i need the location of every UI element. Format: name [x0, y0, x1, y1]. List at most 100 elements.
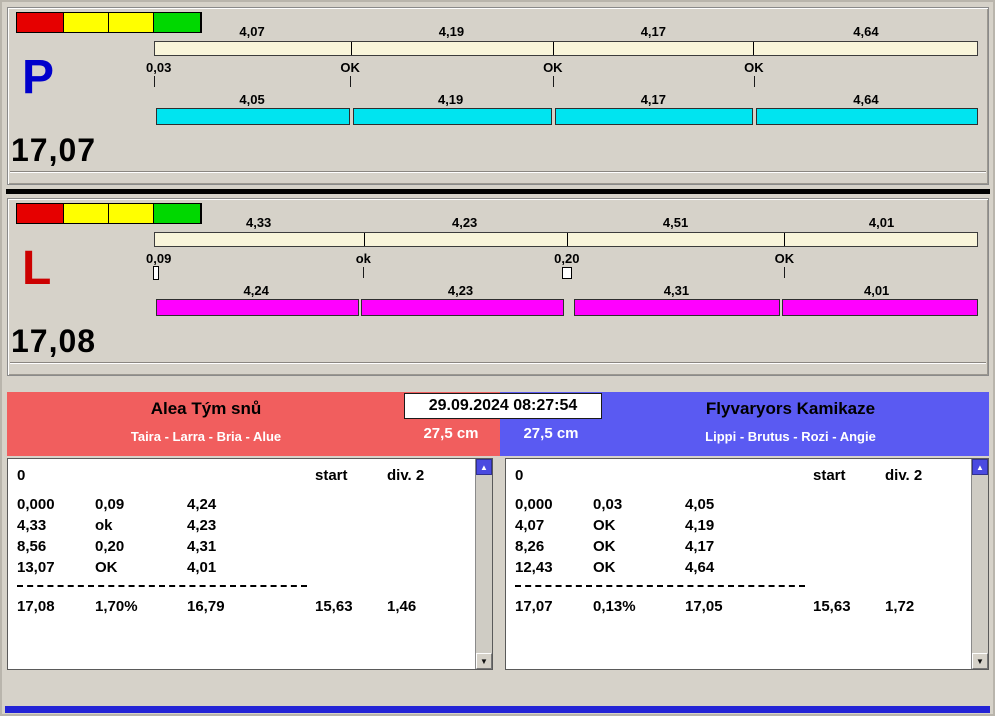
panel-underline [10, 171, 986, 173]
pass-mark-label: OK [543, 60, 563, 75]
table-cell-empty [885, 515, 966, 536]
table-separator [17, 585, 307, 587]
table-cell: 12,43 [515, 559, 553, 576]
table-cell-empty [387, 515, 470, 536]
table-col-header: start [813, 467, 846, 484]
split-time-label: 4,19 [438, 24, 465, 39]
table-cell: OK [593, 538, 616, 555]
pass-tick [363, 267, 365, 278]
table-cell: 4,31 [187, 538, 217, 555]
scroll-up-button[interactable]: ▲ [972, 459, 988, 475]
results-table-right: 0 start div. 2 0,000 0,03 4,05 4,07 OK 4… [505, 458, 989, 670]
table-cell-empty [387, 536, 470, 557]
dog-time-label: 4,19 [437, 92, 464, 107]
table-cell: 0,09 [95, 496, 125, 513]
dog-time-segment [156, 108, 350, 125]
pass-mark-label: 0,03 [146, 60, 172, 75]
table-row: 4,33 ok 4,23 [17, 515, 470, 536]
datetime-box: 29.09.2024 08:27:54 [404, 393, 602, 419]
table-cell: 4,17 [685, 538, 715, 555]
table-header-row: 0 start div. 2 [17, 465, 470, 486]
split-time-label: 4,33 [245, 215, 272, 230]
scroll-down-button[interactable]: ▼ [476, 653, 492, 669]
timing-window: 4,07 4,19 4,17 4,64 0,03 OK OK OK 4,05 4… [0, 0, 995, 716]
table-cell: 1,46 [387, 598, 417, 615]
table-cell: 4,33 [17, 517, 47, 534]
pass-mark-label: 0,20 [554, 251, 580, 266]
fault-indicator-box [153, 266, 159, 280]
table-cell: 17,07 [515, 598, 553, 615]
table-cell-empty [315, 515, 387, 536]
dog-time-label: 4,01 [863, 283, 890, 298]
table-cell: 17,05 [685, 598, 723, 615]
table-cell: 1,72 [885, 598, 915, 615]
table-cell: 4,24 [187, 496, 217, 513]
scrollbar[interactable]: ▲ ▼ [971, 459, 988, 669]
team-name: Flyvaryors Kamikaze [705, 399, 876, 418]
dog-time-label: 4,17 [640, 92, 666, 107]
dog-time-segment [361, 299, 564, 316]
split-time-label: 4,64 [853, 24, 879, 39]
table-row: 0,000 0,03 4,05 [515, 494, 966, 515]
lane-panel-l: 4,33 4,23 4,51 4,01 0,09 ok 0,20 OK 4,24… [7, 198, 989, 376]
table-row: 0,000 0,09 4,24 [17, 494, 470, 515]
table-cell: 0,000 [17, 496, 55, 513]
table-cell: 8,56 [17, 538, 47, 555]
table-cell: 4,07 [515, 517, 545, 534]
split-tick [350, 42, 352, 55]
split-bar-p [154, 41, 978, 56]
table-cell: 16,79 [187, 598, 225, 615]
table-row: 8,56 0,20 4,31 [17, 536, 470, 557]
table-cell-empty [885, 494, 966, 515]
light-red [17, 13, 63, 32]
table-row: 8,26 OK 4,17 [515, 536, 966, 557]
scroll-up-button[interactable]: ▲ [476, 459, 492, 475]
split-tick [552, 42, 554, 55]
table-cell: 0,20 [95, 538, 125, 555]
table-cell: OK [593, 517, 616, 534]
pass-tick [753, 76, 755, 87]
light-yellow-1 [64, 204, 108, 223]
dog-time-segment [156, 299, 360, 316]
table-cell: 0,13% [593, 598, 636, 615]
pass-mark-label: OK [774, 251, 795, 266]
table-header-row: 0 start div. 2 [515, 465, 966, 486]
scrollbar[interactable]: ▲ ▼ [475, 459, 492, 669]
lane-bars-p: 4,07 4,19 4,17 4,64 0,03 OK OK OK 4,05 4… [146, 8, 978, 184]
table-separator [515, 585, 805, 587]
split-time-label: 4,23 [451, 215, 478, 230]
lane-total-p: 17,07 [11, 132, 97, 168]
pass-mark-label: ok [355, 251, 371, 266]
table-cell-empty [813, 494, 885, 515]
table-cell: 0,000 [515, 496, 553, 513]
table-cell: 17,08 [17, 598, 55, 615]
table-cell: OK [593, 559, 616, 576]
table-cell-empty [387, 494, 470, 515]
table-totals-row: 17,08 1,70% 16,79 15,63 1,46 [17, 596, 470, 617]
table-cell: 8,26 [515, 538, 545, 555]
table-cell: 1,70% [95, 598, 138, 615]
dog-time-label: 4,31 [663, 283, 690, 298]
table-cell-empty [593, 465, 685, 486]
lane-letter-l: L [22, 242, 52, 295]
lane-panel-p: 4,07 4,19 4,17 4,64 0,03 OK OK OK 4,05 4… [7, 7, 989, 185]
split-tick [783, 233, 785, 246]
dog-time-segment [573, 299, 780, 316]
jump-height: 27,5 cm [523, 425, 579, 442]
table-cell: OK [95, 559, 118, 576]
team-dogs: Taira - Larra - Bria - Alue [130, 429, 282, 444]
table-cell-empty [315, 557, 387, 578]
split-bar-l [154, 232, 978, 247]
scroll-down-button[interactable]: ▼ [972, 653, 988, 669]
dog-time-label: 4,64 [853, 92, 879, 107]
lane-letter-p: P [22, 51, 55, 104]
table-cell: 15,63 [813, 598, 851, 615]
table-cell-empty [813, 557, 885, 578]
table-cell-empty [187, 465, 315, 486]
table-cell: 0,03 [593, 496, 623, 513]
lane-total-l: 17,08 [11, 323, 97, 359]
pass-mark-label: 0,09 [146, 251, 172, 266]
team-dogs: Lippi - Brutus - Rozi - Angie [705, 429, 876, 444]
table-cell-empty [95, 465, 187, 486]
dog-time-segment [781, 299, 978, 316]
